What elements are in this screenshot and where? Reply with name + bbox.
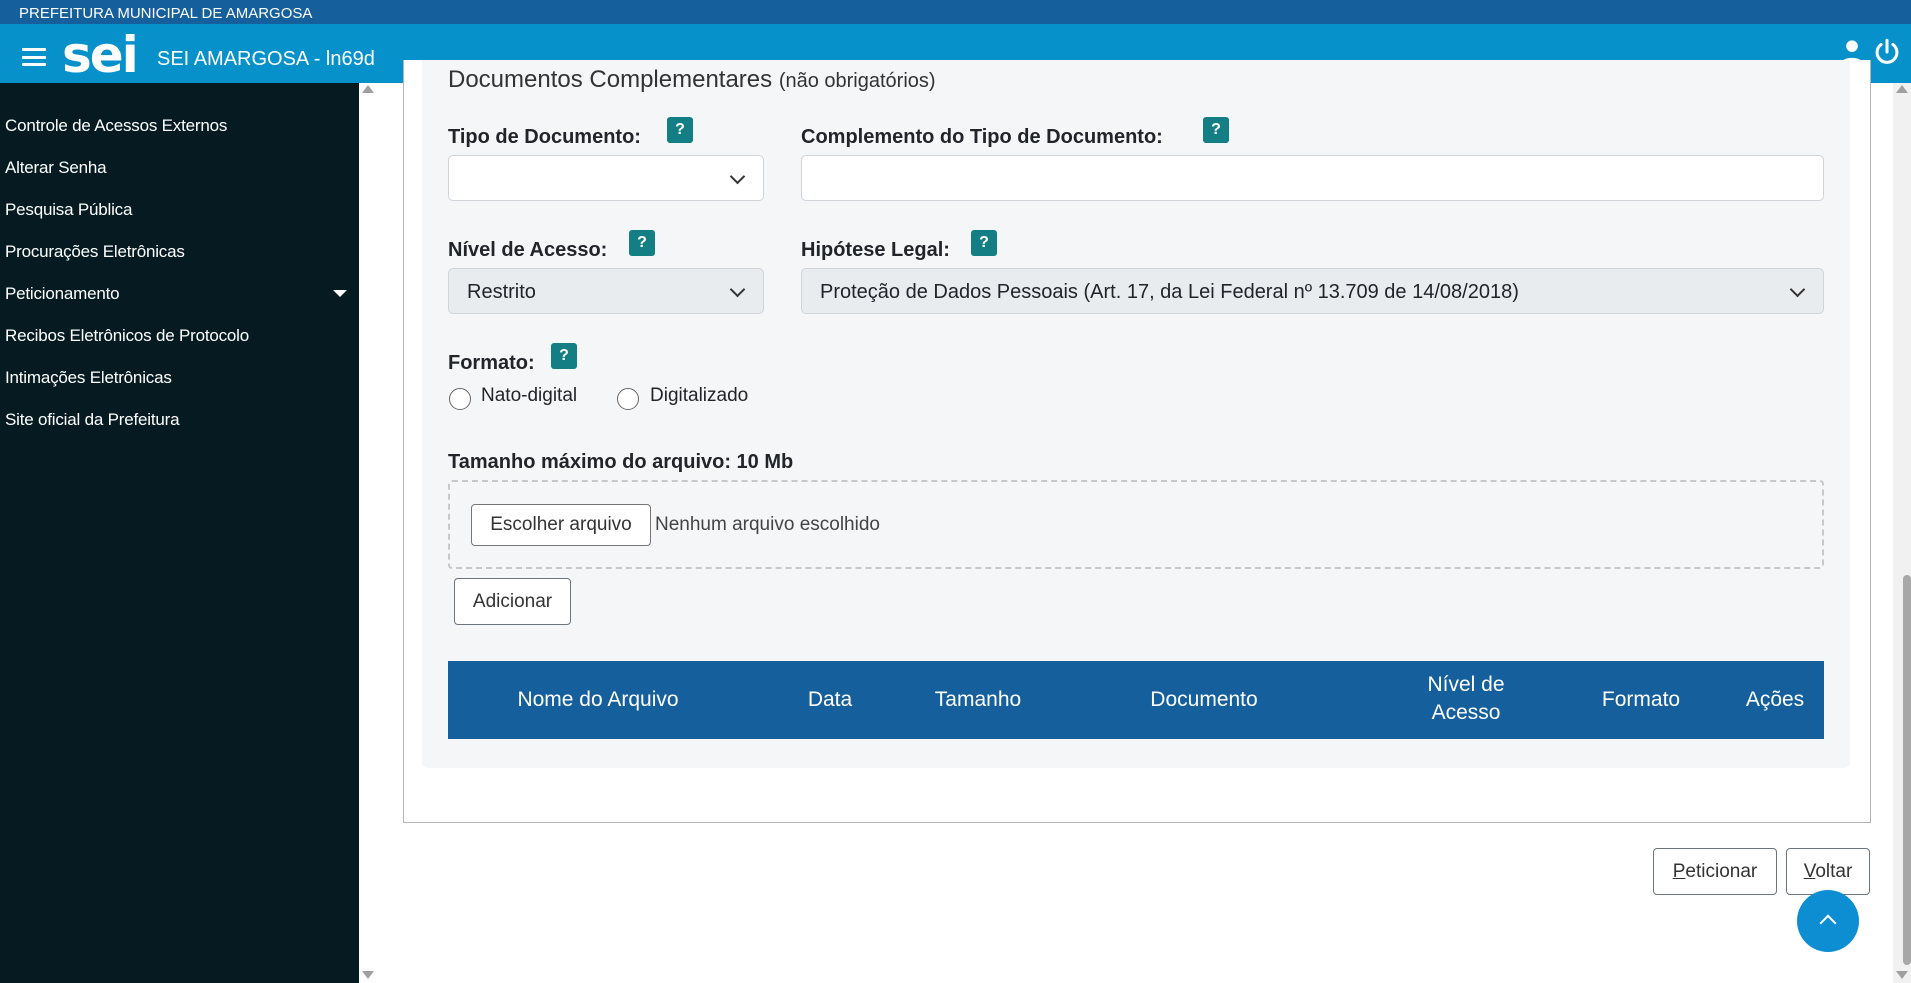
sidebar-item-alterar-senha[interactable]: Alterar Senha — [5, 158, 107, 178]
hipotese-legal-select[interactable]: Proteção de Dados Pessoais (Art. 17, da … — [801, 268, 1824, 314]
sidebar-item-pesquisa-publica[interactable]: Pesquisa Pública — [5, 200, 132, 220]
nivel-acesso-select[interactable]: Restrito — [448, 268, 764, 314]
complemento-label: Complemento do Tipo de Documento: — [801, 126, 1163, 148]
help-icon[interactable]: ? — [1203, 117, 1229, 143]
radio-nato-digital[interactable] — [449, 388, 471, 410]
column-header: Data — [807, 688, 853, 711]
section-title: Documentos Complementares (não obrigatór… — [448, 66, 936, 93]
complemento-input[interactable] — [801, 155, 1824, 201]
sidebar-item-procuracoes[interactable]: Procurações Eletrônicas — [5, 242, 185, 262]
chevron-down-icon — [1789, 281, 1806, 298]
column-header: Documento — [1150, 688, 1258, 711]
peticionar-button[interactable]: Peticionar — [1653, 848, 1777, 895]
tipo-documento-select[interactable] — [448, 155, 764, 201]
chevron-down-icon — [729, 168, 746, 185]
back-to-top-button[interactable] — [1797, 890, 1859, 952]
sidebar-item-peticionamento[interactable]: Peticionamento — [5, 284, 120, 304]
tipo-documento-label: Tipo de Documento: — [448, 126, 641, 148]
menu-icon[interactable] — [22, 48, 46, 66]
app-title: SEI AMARGOSA - ln69d — [157, 48, 375, 70]
scroll-down-icon[interactable] — [1896, 971, 1908, 979]
sidebar-item-recibos[interactable]: Recibos Eletrônicos de Protocolo — [5, 326, 249, 346]
file-status: Nenhum arquivo escolhido — [655, 514, 880, 535]
column-header: Nome do Arquivo — [517, 688, 679, 711]
help-icon[interactable]: ? — [551, 343, 577, 369]
help-icon[interactable]: ? — [629, 230, 655, 256]
content-left-scrollbar[interactable] — [359, 83, 377, 983]
column-header: Ações — [1745, 688, 1805, 711]
documents-table-header: Nome do Arquivo Data Tamanho Documento N… — [448, 661, 1824, 739]
help-icon[interactable]: ? — [971, 230, 997, 256]
column-header: Tamanho — [934, 688, 1022, 711]
scroll-down-icon[interactable] — [362, 971, 374, 979]
sidebar: Controle de Acessos Externos Alterar Sen… — [0, 83, 359, 983]
nivel-acesso-label: Nível de Acesso: — [448, 239, 608, 261]
column-header: Nível de Acesso — [1427, 673, 1505, 724]
scroll-up-icon[interactable] — [362, 85, 374, 93]
top-strip: PREFEITURA MUNICIPAL DE AMARGOSA — [0, 0, 1911, 24]
scroll-up-icon[interactable] — [1896, 85, 1908, 93]
scrollbar-thumb[interactable] — [1903, 575, 1911, 965]
hipotese-legal-label: Hipótese Legal: — [801, 239, 950, 261]
formato-label: Formato: — [448, 352, 535, 374]
voltar-button[interactable]: Voltar — [1786, 848, 1870, 895]
help-icon[interactable]: ? — [667, 117, 693, 143]
add-button[interactable]: Adicionar — [454, 578, 571, 625]
column-header: Formato — [1601, 688, 1681, 711]
power-icon[interactable] — [1873, 38, 1901, 66]
radio-digitalizado[interactable] — [617, 388, 639, 410]
radio-nato-digital-label[interactable]: Nato-digital — [481, 385, 577, 407]
sidebar-item-site-oficial[interactable]: Site oficial da Prefeitura — [5, 410, 180, 430]
sidebar-item-intimacoes[interactable]: Intimações Eletrônicas — [5, 368, 172, 388]
caret-down-icon[interactable] — [333, 290, 347, 297]
radio-digitalizado-label[interactable]: Digitalizado — [650, 385, 748, 407]
sei-logo: sei — [62, 26, 139, 84]
sidebar-item-controle-acessos[interactable]: Controle de Acessos Externos — [5, 116, 227, 136]
chevron-down-icon — [729, 281, 746, 298]
max-file-size-label: Tamanho máximo do arquivo: 10 Mb — [448, 451, 794, 473]
chevron-up-icon — [1819, 914, 1837, 932]
organization-name: PREFEITURA MUNICIPAL DE AMARGOSA — [19, 5, 313, 22]
choose-file-button[interactable]: Escolher arquivo — [471, 504, 651, 546]
